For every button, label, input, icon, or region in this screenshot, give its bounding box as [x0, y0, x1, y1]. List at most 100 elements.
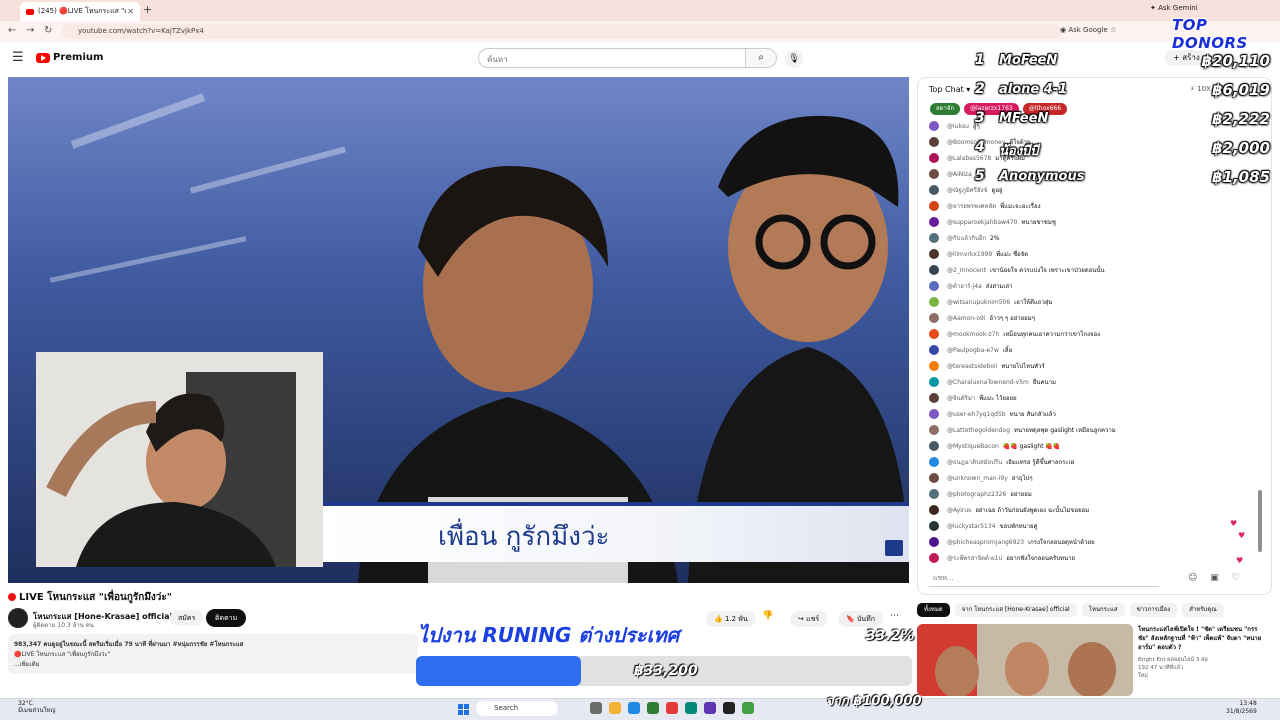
chat-message[interactable]: @กิบแล้วกิบอีก 2%	[929, 230, 1259, 246]
ask-gemini-button[interactable]: ✦ Ask Gemini	[1150, 4, 1198, 12]
chat-author[interactable]: @CharaluxnaTownend-v5m	[947, 379, 1029, 386]
app-icon[interactable]	[704, 702, 716, 714]
chat-avatar[interactable]	[929, 489, 939, 499]
description-more-link[interactable]: ...เพิ่มเติม	[14, 660, 412, 670]
dislike-icon[interactable]: 👎	[762, 611, 773, 621]
chat-message[interactable]: @ต้าอาร์-j4a ส่งสามเล่า	[929, 278, 1259, 294]
chat-avatar[interactable]	[929, 505, 939, 515]
search-icon[interactable]: ⌕	[745, 48, 777, 68]
chat-author[interactable]: @luckystar5134	[947, 523, 995, 530]
chat-author[interactable]: @MystiqueBacon	[947, 443, 999, 450]
chat-avatar[interactable]	[929, 233, 939, 243]
reload-icon[interactable]: ↻	[44, 25, 52, 36]
chat-avatar[interactable]	[929, 281, 939, 291]
chat-message[interactable]: @CharaluxnaTownend-v5m ยืนคนาม	[929, 374, 1259, 390]
chat-message[interactable]: @ระพีพรสาจิตต์-ผ1ป อยากฟังใจกลอนครับทนาย	[929, 550, 1259, 566]
chat-message[interactable]: @phicheasprornjang6923 เกรงใจกลอนอดุหน้าด…	[929, 534, 1259, 550]
super-chat-icon[interactable]: ▣	[1210, 573, 1219, 583]
emoji-icon[interactable]: ☺	[1188, 573, 1197, 583]
chat-message[interactable]: @จินค์ริมา พี่แม่ะ ไว้ยอยย	[929, 390, 1259, 406]
chat-author[interactable]: @AiNiza	[947, 171, 972, 178]
hamburger-menu-icon[interactable]: ☰	[12, 50, 24, 65]
chat-avatar[interactable]	[929, 249, 939, 259]
chat-author[interactable]: @mookmook-z7h	[947, 331, 999, 338]
chat-author[interactable]: @กิบแล้วกิบอีก	[947, 233, 986, 243]
save-button[interactable]: 🔖 บันทึก	[838, 611, 884, 627]
chat-message[interactable]: @witsanupuknim506 เอาให้ดีแถวสุ่ม	[929, 294, 1259, 310]
edge-browser-icon[interactable]	[628, 702, 640, 714]
chat-avatar[interactable]	[929, 345, 939, 355]
weather-widget[interactable]: 32°C มีเมฆส่วนใหญ่	[18, 700, 56, 714]
heart-icon[interactable]: ♡	[1232, 573, 1240, 583]
chat-message[interactable]: @ธนฎฉาดิบสมัยปรีน เอิมแทรอ รู้ดีขึ้นศาลกร…	[929, 454, 1259, 470]
chat-author[interactable]: @Lattethegoldendog	[947, 427, 1010, 434]
chat-message[interactable]: @Lattethegoldendog ทนายทดุลพุด gaslight เ…	[929, 422, 1259, 438]
chat-avatar[interactable]	[929, 297, 939, 307]
app-icon[interactable]	[742, 702, 754, 714]
chat-avatar[interactable]	[929, 473, 939, 483]
chat-message[interactable]: @2_Innocent เขาน้อยใจ ควรแบ่งใจ เพราะเขาป…	[929, 262, 1259, 278]
taskbar-search[interactable]: Search	[476, 701, 558, 716]
chat-author[interactable]: @ระพีพรสาจิตต์-ผ1ป	[947, 553, 1002, 563]
chat-author[interactable]: @Aamon-o9i	[947, 315, 986, 322]
obs-icon[interactable]	[723, 702, 735, 714]
chat-message[interactable]: @unknown_man-i9y สาธุไปๆ	[929, 470, 1259, 486]
chat-avatar[interactable]	[929, 425, 939, 435]
subscribe-button[interactable]: ติดตาม	[206, 609, 247, 627]
microphone-icon[interactable]: 🎙	[785, 50, 803, 68]
chat-avatar[interactable]	[929, 457, 939, 467]
new-tab-icon[interactable]: +	[143, 3, 152, 16]
chat-message[interactable]: @mookmook-z7h เหม็อนทุกคนเอาความกว่าเขาโก…	[929, 326, 1259, 342]
chat-message[interactable]: @อารยพรพงศคลัด พี่แม่ะจะอะเรื่อง	[929, 198, 1259, 214]
chat-avatar[interactable]	[929, 521, 939, 531]
chat-avatar[interactable]	[929, 185, 939, 195]
app-icon[interactable]	[685, 702, 697, 714]
chat-avatar[interactable]	[929, 537, 939, 547]
recommended-video-thumbnail[interactable]	[917, 624, 1133, 696]
chat-author[interactable]: @อารยพรพงศคลัด	[947, 201, 996, 211]
chat-message[interactable]: @Paulpogba-e7w เลิ้อ	[929, 342, 1259, 358]
filter-chip[interactable]: สำหรับคุณ	[1182, 603, 1224, 617]
search-input[interactable]: ค้นหา	[478, 48, 746, 68]
description-box[interactable]: 983,347 คนดูอยู่ในขณะนี้ สตรีมเริ่มเมื่อ…	[8, 634, 418, 674]
chat-author[interactable]: @tereastsideboii	[947, 363, 997, 370]
filter-chip[interactable]: ข่าวการเมือง	[1129, 603, 1178, 617]
chat-message[interactable]: @supparoekjahbaw470 ทนายขาชมชู	[929, 214, 1259, 230]
chat-author[interactable]: @supparoekjahbaw470	[947, 219, 1017, 226]
chat-avatar[interactable]	[929, 361, 939, 371]
chat-avatar[interactable]	[929, 329, 939, 339]
chat-author[interactable]: @witsanupuknim506	[947, 299, 1010, 306]
join-button[interactable]: สมัคร	[170, 610, 204, 626]
chat-author[interactable]: @luksu	[947, 123, 969, 130]
chat-message[interactable]: @user-eh7yq1qd5b ทนาย สันกลัวแล้ว	[929, 406, 1259, 422]
chat-author[interactable]: @2_Innocent	[947, 267, 986, 274]
chat-avatar[interactable]	[929, 169, 939, 179]
chat-message[interactable]: @lilmvrkx1999 พี่แม่ะ ชื่อจัด	[929, 246, 1259, 262]
chat-avatar[interactable]	[929, 153, 939, 163]
chat-message[interactable]: @luckystar5134 ขอบพักทนายคู่	[929, 518, 1259, 534]
chat-message[interactable]: @Aamon-o9i อ้าวๆ ๆ อย่ายอมๆ	[929, 310, 1259, 326]
chat-author[interactable]: @lilmvrkx1999	[947, 251, 992, 258]
url-field[interactable]: youtube.com/watch?v=KajTZvjkPx4	[62, 24, 1062, 39]
filter-chip[interactable]: โหนกระแส	[1081, 603, 1125, 617]
chat-avatar[interactable]	[929, 137, 939, 147]
share-button[interactable]: ↪ แชร์	[790, 611, 828, 627]
chat-avatar[interactable]	[929, 217, 939, 227]
chat-author[interactable]: @Paulpogba-e7w	[947, 347, 999, 354]
channel-avatar[interactable]	[8, 608, 28, 628]
chat-author[interactable]: @photographz2326	[947, 491, 1006, 498]
chat-author[interactable]: @Ayirus	[947, 507, 971, 514]
pinned-donation-chip[interactable]: สดาจัก	[930, 103, 961, 115]
app-icon[interactable]	[647, 702, 659, 714]
chat-author[interactable]: @phicheasprornjang6923	[947, 539, 1024, 546]
chat-avatar[interactable]	[929, 553, 939, 563]
browser-tab[interactable]: (245) 🔴LIVE โหนกระแส "เพื่อ... ✕	[20, 2, 140, 21]
chat-author[interactable]: @จินค์ริมา	[947, 393, 975, 403]
chrome-icon[interactable]	[666, 702, 678, 714]
chat-author[interactable]: @ธนฎฉาดิบสมัยปรีน	[947, 457, 1002, 467]
chat-avatar[interactable]	[929, 377, 939, 387]
like-button[interactable]: 👍 1.2 พัน	[706, 611, 756, 627]
video-player[interactable]: เพื่อน กูรักมึงว่ะ	[8, 77, 909, 583]
recommended-video-title[interactable]: โหนกระแสไลฟ์เปิดใจ ! "ชัด" เตรียมชน "กรร…	[1138, 625, 1268, 652]
chat-avatar[interactable]	[929, 409, 939, 419]
